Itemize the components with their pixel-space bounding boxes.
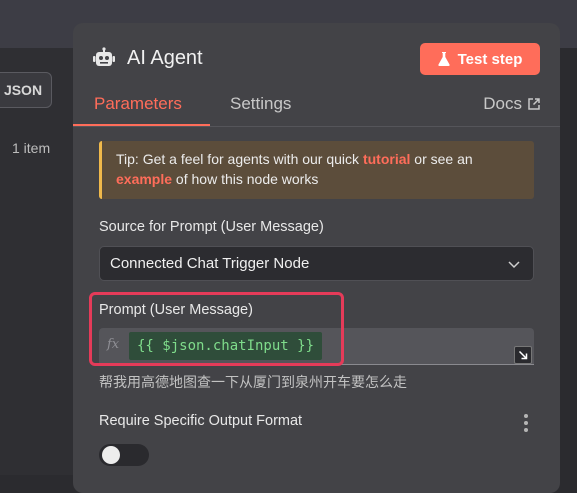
flask-icon [438, 52, 450, 66]
chevron-down-icon [508, 261, 520, 269]
test-step-button[interactable]: Test step [420, 43, 540, 75]
active-tab-indicator [73, 124, 210, 126]
test-step-label: Test step [457, 50, 523, 68]
tab-parameters[interactable]: Parameters [94, 94, 182, 114]
tip-text-prefix: Tip: Get a feel for agents with our quic… [116, 151, 363, 167]
panel-header: AI Agent [93, 43, 203, 73]
tip-text-suffix: of how this node works [172, 171, 319, 187]
robot-icon [93, 47, 115, 66]
source-prompt-value: Connected Chat Trigger Node [110, 255, 310, 272]
output-format-label: Require Specific Output Format [99, 413, 303, 429]
node-title: AI Agent [127, 46, 203, 69]
expand-icon [518, 350, 528, 360]
more-options-icon[interactable] [524, 414, 528, 435]
example-link[interactable]: example [116, 171, 172, 187]
json-view-button[interactable]: JSON [0, 72, 52, 108]
node-details-panel: AI Agent Test step Parameters Settings D… [73, 23, 560, 493]
docs-label: Docs [483, 94, 522, 113]
tip-text-middle: or see an [410, 151, 473, 167]
tip-callout: Tip: Get a feel for agents with our quic… [99, 141, 534, 199]
source-prompt-select[interactable]: Connected Chat Trigger Node [99, 246, 534, 281]
tab-settings[interactable]: Settings [230, 94, 291, 114]
prompt-highlight-box [89, 292, 344, 366]
toggle-knob [102, 446, 120, 464]
prompt-preview: 帮我用高德地图查一下从厦门到泉州开车要怎么走 [99, 374, 407, 390]
external-link-icon [528, 98, 540, 110]
tab-bar: Parameters Settings Docs [73, 88, 560, 127]
source-prompt-label: Source for Prompt (User Message) [99, 219, 324, 235]
output-format-toggle[interactable] [99, 444, 149, 466]
tutorial-link[interactable]: tutorial [363, 151, 410, 167]
expand-editor-button[interactable] [514, 346, 532, 364]
item-count: 1 item [12, 140, 51, 156]
input-panel-background [0, 48, 80, 475]
docs-link[interactable]: Docs [483, 94, 540, 114]
